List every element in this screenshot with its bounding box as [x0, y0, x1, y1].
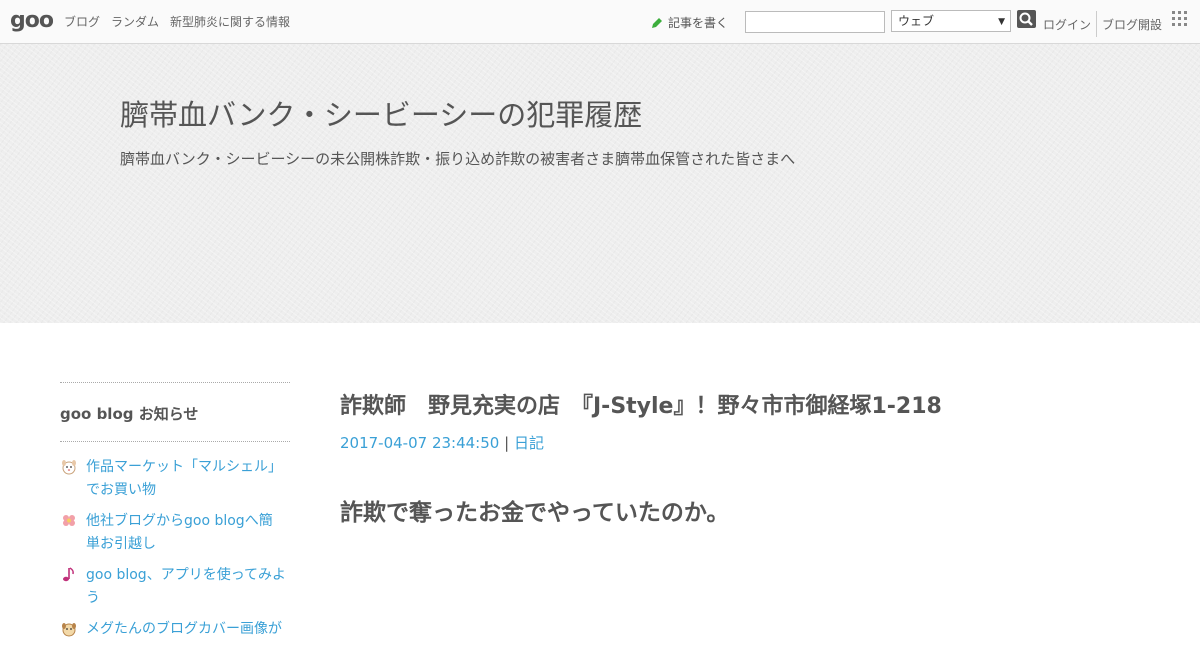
news-link[interactable]: goo blog、アプリを使ってみよう [86, 564, 286, 610]
divider [1096, 11, 1097, 37]
music-note-icon [63, 567, 74, 582]
list-item: 作品マーケット「マルシェル」でお買い物 [60, 456, 290, 502]
pencil-icon [652, 17, 662, 28]
nav-blog[interactable]: ブログ [64, 13, 100, 30]
blog-title[interactable]: 臍帯血バンク・シービーシーの犯罪履歴 [120, 92, 642, 134]
news-list: 作品マーケット「マルシェル」でお買い物 他社ブログからgoo blogへ簡単お引… [60, 456, 290, 641]
search-input[interactable] [745, 11, 885, 33]
post-date-link[interactable]: 2017-04-07 23:44:50 [340, 434, 499, 452]
post-meta: 2017-04-07 23:44:50 | 日記 [340, 432, 1160, 453]
search-scope-value: ウェブ [898, 14, 935, 28]
sidebar-heading: goo blog お知らせ [60, 405, 199, 423]
main-content: 詐欺師 野見充実の店 『J-Style』！野々市市御経塚1-218 2017-0… [340, 388, 1160, 527]
divider [60, 441, 290, 442]
blog-header-banner: 臍帯血バンク・シービーシーの犯罪履歴 臍帯血バンク・シービーシーの未公開株詐欺・… [0, 44, 1200, 323]
top-nav: ブログ ランダム 新型肺炎に関する情報 [64, 13, 290, 30]
list-item: goo blog、アプリを使ってみよう [60, 564, 290, 610]
post-category-link[interactable]: 日記 [514, 434, 544, 452]
flower-icon [63, 515, 75, 526]
post-title[interactable]: 詐欺師 野見充実の店 『J-Style』！野々市市御経塚1-218 [340, 388, 1160, 420]
list-item: 他社ブログからgoo blogへ簡単お引越し [60, 510, 290, 556]
news-link[interactable]: 他社ブログからgoo blogへ簡単お引越し [86, 510, 286, 556]
post-body: 詐欺で奪ったお金でやっていたのか。 [340, 500, 730, 526]
magnifier-icon [1019, 12, 1033, 26]
search-button[interactable] [1017, 10, 1036, 28]
apps-grid-icon[interactable] [1172, 11, 1188, 27]
dropdown-arrow-icon: ▼ [998, 17, 1005, 27]
goo-logo[interactable]: goo [10, 8, 54, 34]
dog-face-icon [62, 460, 76, 475]
login-link[interactable]: ログイン [1043, 16, 1091, 33]
nav-covid-info[interactable]: 新型肺炎に関する情報 [170, 13, 290, 30]
news-link[interactable]: 作品マーケット「マルシェル」でお買い物 [86, 456, 286, 502]
meta-separator: | [504, 434, 510, 452]
blog-description: 臍帯血バンク・シービーシーの未公開株詐欺・振り込め詐欺の被害者さま臍帯血保管され… [120, 150, 796, 168]
sidebar: goo blog お知らせ 作品マーケット「マルシェル」でお買い物 他社ブログか… [60, 382, 290, 649]
dog-face-icon [62, 623, 76, 637]
top-bar: goo ブログ ランダム 新型肺炎に関する情報 記事を書く ウェブ ▼ ログイン… [0, 0, 1200, 44]
write-article-label: 記事を書く [668, 16, 729, 30]
search-scope-select[interactable]: ウェブ ▼ [891, 10, 1011, 32]
write-article-link[interactable]: 記事を書く [650, 14, 728, 31]
open-blog-link[interactable]: ブログ開設 [1102, 16, 1162, 33]
nav-random[interactable]: ランダム [111, 13, 159, 30]
